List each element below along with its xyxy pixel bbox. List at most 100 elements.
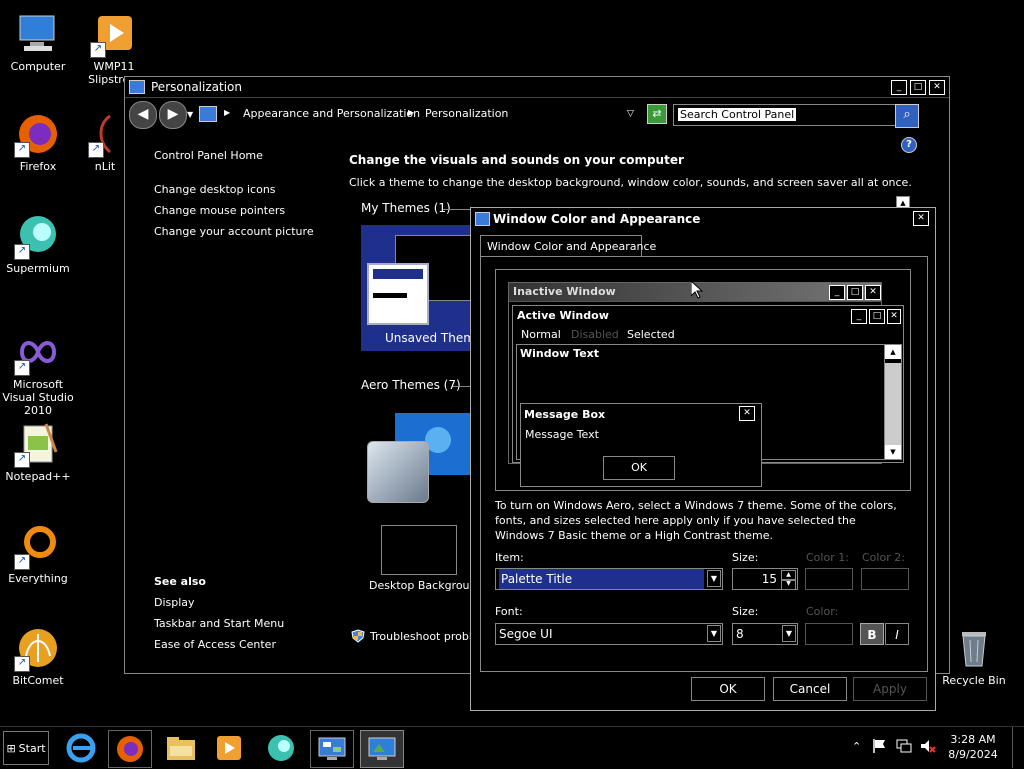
desktop-icon-firefox[interactable]: ↗ Firefox — [0, 112, 76, 173]
taskbar-internet-explorer[interactable] — [60, 730, 102, 766]
unsaved-theme-tile[interactable]: Unsaved Theme — [361, 225, 482, 351]
chevron-down-icon: ▼ — [707, 625, 721, 642]
bold-toggle[interactable]: B — [860, 623, 884, 645]
taskbar-supermium[interactable] — [260, 730, 302, 766]
breadcrumb-personalization[interactable]: Personalization — [425, 107, 508, 120]
font-select[interactable]: Segoe UI ▼ — [495, 623, 723, 645]
start-button[interactable]: ⊞ Start — [3, 731, 49, 765]
window-title: Personalization — [151, 80, 242, 94]
personalization-titlebar[interactable]: Personalization _ □ ✕ — [125, 77, 949, 98]
computer-icon — [16, 12, 60, 56]
font-label: Font: — [495, 605, 523, 618]
nlite-icon: ↗ — [88, 112, 120, 158]
taskbar-firefox[interactable] — [108, 730, 152, 768]
preview-area[interactable]: Inactive Window _ □ ✕ Active Window _ □ … — [495, 269, 911, 491]
active-window-title: Active Window — [517, 309, 609, 322]
visual-studio-icon: ↗ — [14, 330, 60, 376]
maximize-button: □ — [869, 309, 885, 324]
dialog-icon — [475, 212, 490, 226]
back-button[interactable]: ◀ — [129, 101, 157, 129]
dialog-titlebar[interactable]: Window Color and Appearance ✕ — [471, 208, 935, 230]
desktop-icon-everything[interactable]: ↗ Everything — [0, 524, 76, 585]
color1-picker — [805, 568, 853, 590]
recycle-bin-icon — [952, 626, 996, 670]
desktop-icon-visual-studio[interactable]: ↗ Microsoft Visual Studio 2010 — [0, 330, 76, 417]
color2-label: Color 2: — [862, 551, 905, 564]
forward-button[interactable]: ▶ — [159, 101, 187, 129]
desktop-icon-notepadpp[interactable]: ↗ Notepad++ — [0, 422, 76, 483]
page-heading: Change the visuals and sounds on your co… — [349, 153, 684, 167]
apply-button: Apply — [853, 677, 927, 701]
clock-date: 8/9/2024 — [948, 748, 998, 761]
minimize-button[interactable]: _ — [891, 79, 907, 95]
maximize-button[interactable]: □ — [910, 79, 926, 95]
show-desktop-button[interactable] — [1012, 727, 1024, 768]
search-icon[interactable]: ⌕ — [895, 104, 919, 128]
item-size-stepper[interactable]: 15 ▲ ▼ — [732, 568, 798, 590]
font-color-picker — [805, 623, 853, 645]
desktop-icon-supermium[interactable]: ↗ Supermium — [0, 214, 76, 275]
item-label: Item: — [495, 551, 524, 564]
chevron-down-icon[interactable]: ▼ — [781, 579, 796, 590]
breadcrumb-appearance[interactable]: Appearance and Personalization — [243, 107, 420, 120]
cancel-button[interactable]: Cancel — [773, 677, 847, 701]
desktop-background-link[interactable]: Desktop Background — [369, 579, 484, 592]
address-dropdown-icon[interactable]: ▽ — [627, 109, 634, 119]
taskbar-file-explorer[interactable] — [160, 730, 202, 766]
breadcrumb-arrow-icon[interactable]: ▶ — [408, 108, 414, 117]
taskbar-media-player[interactable] — [208, 730, 250, 766]
message-box-text: Message Text — [525, 428, 599, 441]
show-hidden-icons-button[interactable]: ⌃ — [852, 740, 861, 753]
desktop-background-thumbnail[interactable] — [381, 525, 457, 575]
menu-normal: Normal — [521, 328, 561, 341]
taskbar-personalization[interactable] — [360, 730, 404, 768]
close-button[interactable]: ✕ — [929, 79, 945, 95]
ok-button[interactable]: OK — [691, 677, 765, 701]
dialog-close-button[interactable]: ✕ — [913, 211, 929, 226]
close-button: ✕ — [887, 309, 901, 324]
network-icon[interactable] — [896, 738, 912, 754]
item-select[interactable]: Palette Title ▼ — [495, 568, 723, 590]
breadcrumb-arrow-icon[interactable]: ▶ — [224, 108, 230, 117]
desktop-icon-bitcomet[interactable]: ↗ BitComet — [0, 626, 76, 687]
italic-toggle[interactable]: I — [885, 623, 909, 645]
desktop-icon-wmp11[interactable]: ↗ WMP11 Slipstre... — [76, 12, 152, 86]
tab-window-color-appearance[interactable]: Window Color and Appearance — [480, 235, 656, 257]
shortcut-arrow-icon: ↗ — [14, 360, 30, 376]
display-icon — [368, 737, 396, 760]
control-panel-icon — [199, 106, 217, 122]
mouse-cursor-icon — [690, 279, 704, 299]
font-color-label: Color: — [806, 605, 839, 618]
recent-pages-arrow-icon[interactable]: ▼ — [187, 110, 193, 119]
change-desktop-icons-link[interactable]: Change desktop icons — [154, 183, 276, 196]
unsaved-theme-label: Unsaved Theme — [385, 331, 483, 345]
desktop-icon-label: BitComet — [12, 674, 64, 687]
change-account-picture-link[interactable]: Change your account picture — [154, 225, 314, 238]
taskbar-start-menu-link[interactable]: Taskbar and Start Menu — [154, 617, 284, 630]
taskbar-control-panel[interactable] — [310, 730, 354, 768]
scroll-down-arrow-icon: ▼ — [885, 445, 901, 459]
desktop-icon-nlite[interactable]: ↗ nLit — [80, 112, 130, 173]
control-panel-home-link[interactable]: Control Panel Home — [154, 149, 263, 162]
maximize-button: □ — [847, 285, 863, 300]
font-size-select[interactable]: 8 ▼ — [732, 623, 798, 645]
ease-of-access-link[interactable]: Ease of Access Center — [154, 638, 276, 651]
change-mouse-pointers-link[interactable]: Change mouse pointers — [154, 204, 285, 217]
search-input[interactable]: Search Control Panel — [678, 108, 797, 121]
refresh-icon[interactable]: ⇄ — [647, 104, 667, 124]
clock[interactable]: 3:28 AM 8/9/2024 — [945, 732, 1001, 762]
help-icon[interactable]: ? — [901, 137, 917, 153]
display-link[interactable]: Display — [154, 596, 195, 609]
search-box[interactable]: Search Control Panel — [673, 104, 897, 126]
volume-muted-icon[interactable] — [920, 738, 936, 754]
inactive-window-title: Inactive Window — [513, 285, 616, 298]
action-center-flag-icon[interactable] — [872, 738, 888, 754]
chevron-down-icon: ▼ — [782, 625, 796, 642]
desktop-icon-computer[interactable]: Computer — [0, 12, 76, 73]
aero-theme-window-preview — [367, 441, 429, 503]
firefox-icon — [117, 736, 143, 762]
troubleshoot-link[interactable]: Troubleshoot probl — [370, 630, 472, 643]
shortcut-arrow-icon: ↗ — [88, 142, 104, 158]
internet-explorer-icon — [66, 733, 96, 763]
preview-message-box: Message Box ✕ Message Text OK — [520, 403, 762, 487]
